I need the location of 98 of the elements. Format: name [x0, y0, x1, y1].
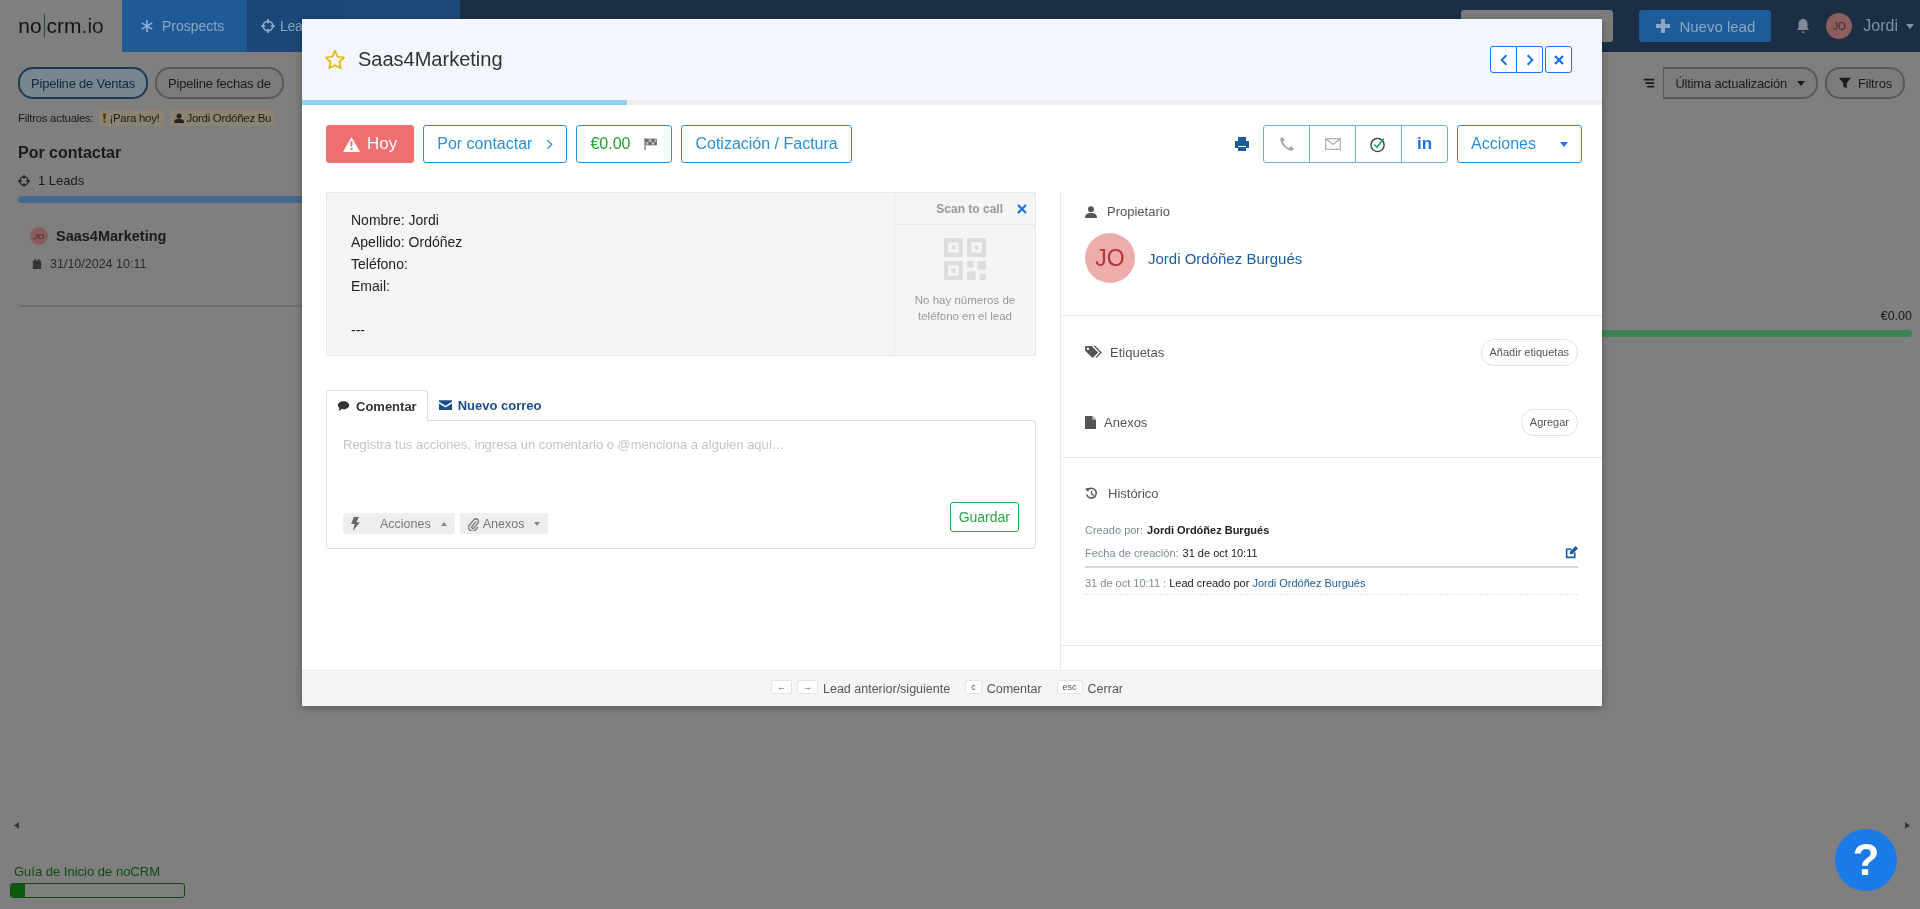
lead-field: Apellido: Ordóñez: [351, 231, 870, 253]
scan-title: Scan to call: [936, 201, 1003, 216]
qr-code-icon: [944, 238, 986, 280]
filter-icon: [1838, 76, 1852, 90]
shortcut-label: Cerrar: [1087, 681, 1123, 696]
add-tags-button[interactable]: Añadir etiquetas: [1480, 338, 1578, 366]
lead-date: 31/10/2024 10:11: [50, 257, 147, 271]
amount-button[interactable]: €0.00: [576, 125, 673, 163]
crosshair-icon: [18, 174, 30, 187]
calendar-icon: [32, 259, 42, 269]
previous-button[interactable]: [1490, 46, 1517, 73]
chevron-right-icon: [546, 138, 554, 150]
edit-icon[interactable]: [1565, 546, 1578, 559]
column-total: €0.00: [1880, 309, 1912, 323]
actions-dropdown[interactable]: Acciones: [1457, 125, 1582, 163]
help-button[interactable]: ?: [1835, 829, 1897, 891]
section-title: Histórico: [1108, 486, 1159, 501]
section-title: Anexos: [1104, 414, 1148, 430]
bell-icon[interactable]: [1795, 18, 1812, 34]
guide-label[interactable]: Guía de Inicio de noCRM: [14, 864, 185, 879]
created-date-label: Fecha de creación:: [1085, 546, 1179, 559]
quote-invoice-button[interactable]: Cotización / Factura: [681, 125, 852, 163]
filters-button[interactable]: Filtros: [1825, 67, 1905, 99]
empty-message: No hay números de teléfono en el lead: [913, 293, 1017, 324]
chevron-right-icon: [1525, 53, 1534, 66]
next-button[interactable]: [1517, 46, 1543, 73]
section-title: Propietario: [1107, 204, 1170, 219]
pipeline-tab[interactable]: Pipeline fechas de: [155, 67, 284, 99]
history-event: 31 de oct 10:11 : Lead creado por Jordi Ordóñez Burgués: [1085, 577, 1578, 595]
speech-bubble-icon: [337, 400, 350, 412]
close-button[interactable]: [1545, 46, 1572, 73]
paperclip-icon: [467, 516, 479, 531]
key-hint: →: [797, 679, 818, 694]
exclamation-icon: [103, 113, 107, 123]
actions-dropdown[interactable]: Acciones: [343, 513, 455, 534]
snowflake-icon: [140, 19, 154, 33]
filters-label: Filtros actuales:: [18, 112, 94, 124]
add-attachment-button[interactable]: Agregar: [1520, 408, 1578, 436]
lead-name: Saas4Marketing: [56, 228, 167, 244]
scroll-left-icon[interactable]: [14, 822, 19, 829]
chevron-left-icon: [1499, 53, 1508, 66]
envelope-icon: [1324, 138, 1341, 150]
document-icon: [1085, 415, 1096, 429]
separator-text: ---: [351, 321, 366, 340]
scroll-right-icon[interactable]: [1905, 822, 1910, 829]
filter-chip[interactable]: Jordi Ordóñez Bu: [169, 110, 276, 126]
history-icon: [1085, 487, 1098, 500]
section-title: Etiquetas: [1110, 344, 1165, 360]
plus-icon: [1655, 18, 1672, 34]
logo-text: crm.io: [46, 14, 104, 38]
due-button[interactable]: Hoy: [326, 125, 415, 163]
owner-link[interactable]: Jordi Ordóñez Burgués: [1148, 249, 1303, 267]
new-lead-button[interactable]: Nuevo lead: [1639, 10, 1772, 42]
lightning-icon: [351, 516, 360, 531]
comment-tab[interactable]: Comentar: [326, 390, 428, 421]
shortcut-label: Comentar: [986, 681, 1042, 696]
lead-field: Email:: [351, 275, 870, 297]
user-icon: [173, 113, 184, 123]
comment-tab[interactable]: Nuevo correo: [427, 389, 553, 420]
column-title: Por contactar: [18, 144, 123, 162]
user-menu[interactable]: Jordi: [1863, 17, 1914, 35]
dialog-title: Saas4Marketing: [358, 48, 503, 71]
stage-button[interactable]: Por contactar: [423, 125, 568, 163]
comment-field[interactable]: Registra tus acciones, ingresa un comentario o @menciona a alguien aquí... Acciones Anexos Guardar: [326, 420, 1036, 549]
attachments-dropdown[interactable]: Anexos: [459, 513, 549, 534]
shortcut-label: Lead anterior/siguiente: [823, 681, 951, 696]
lead-count: 1 Leads: [38, 173, 85, 188]
sort-icon[interactable]: [1642, 76, 1657, 90]
logo[interactable]: no crm.io: [0, 0, 122, 52]
lead-field: Nombre: Jordi: [351, 209, 870, 231]
check-circle-icon: [1370, 135, 1388, 153]
user-link[interactable]: Jordi Ordóñez Burgués: [1252, 577, 1366, 589]
user-avatar: JO: [30, 227, 48, 245]
user-avatar[interactable]: JO: [1826, 13, 1853, 39]
close-icon: [1553, 54, 1564, 65]
created-date-value: 31 de oct 10:11: [1182, 546, 1258, 559]
logo-text: no: [18, 14, 42, 38]
key-hint: c: [965, 679, 982, 694]
print-icon[interactable]: [1234, 136, 1251, 152]
close-icon[interactable]: [1017, 203, 1027, 214]
envelope-icon: [438, 400, 452, 410]
key-hint: esc: [1056, 679, 1083, 694]
sort-dropdown[interactable]: Última actualización: [1663, 67, 1818, 99]
crosshair-icon: [261, 19, 275, 33]
filter-chip[interactable]: ¡Para hoy!: [99, 110, 164, 126]
tags-icon: [1085, 345, 1102, 359]
nav-tab[interactable]: Prospects: [122, 0, 247, 52]
warning-icon: [343, 136, 360, 152]
flag-icon: [644, 138, 659, 150]
created-by-label: Creado por:: [1085, 524, 1144, 536]
user-icon: [1085, 205, 1097, 218]
key-hint: ←: [771, 679, 792, 694]
phone-icon: [1278, 136, 1295, 152]
user-avatar: JO: [1085, 233, 1135, 283]
lead-field: Teléfono:: [351, 253, 870, 275]
star-icon[interactable]: [324, 48, 346, 71]
created-by-value: Jordi Ordóñez Burgués: [1147, 524, 1270, 536]
pipeline-tab[interactable]: Pipeline de Ventas: [18, 67, 149, 99]
